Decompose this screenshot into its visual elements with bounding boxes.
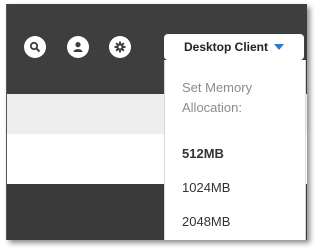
menu-header: Set Memory Allocation: bbox=[182, 80, 253, 115]
dropdown-label: Desktop Client bbox=[183, 40, 268, 54]
menu-item-512mb[interactable]: 512MB bbox=[182, 146, 224, 161]
user-account-button[interactable] bbox=[67, 36, 89, 58]
desktop-client-dropdown[interactable]: Desktop Client bbox=[164, 34, 304, 60]
user-icon bbox=[72, 41, 84, 53]
search-icon bbox=[29, 41, 41, 53]
search-button[interactable] bbox=[24, 36, 46, 58]
app-window: Desktop Client Set Memory Allocation: 51… bbox=[6, 4, 307, 240]
settings-button[interactable] bbox=[109, 36, 131, 58]
caret-down-icon bbox=[274, 44, 284, 50]
menu-item-2048mb[interactable]: 2048MB bbox=[182, 214, 230, 229]
memory-allocation-menu: Set Memory Allocation: 512MB 1024MB 2048… bbox=[164, 60, 306, 240]
gear-icon bbox=[114, 41, 126, 53]
menu-item-1024mb[interactable]: 1024MB bbox=[182, 180, 230, 195]
